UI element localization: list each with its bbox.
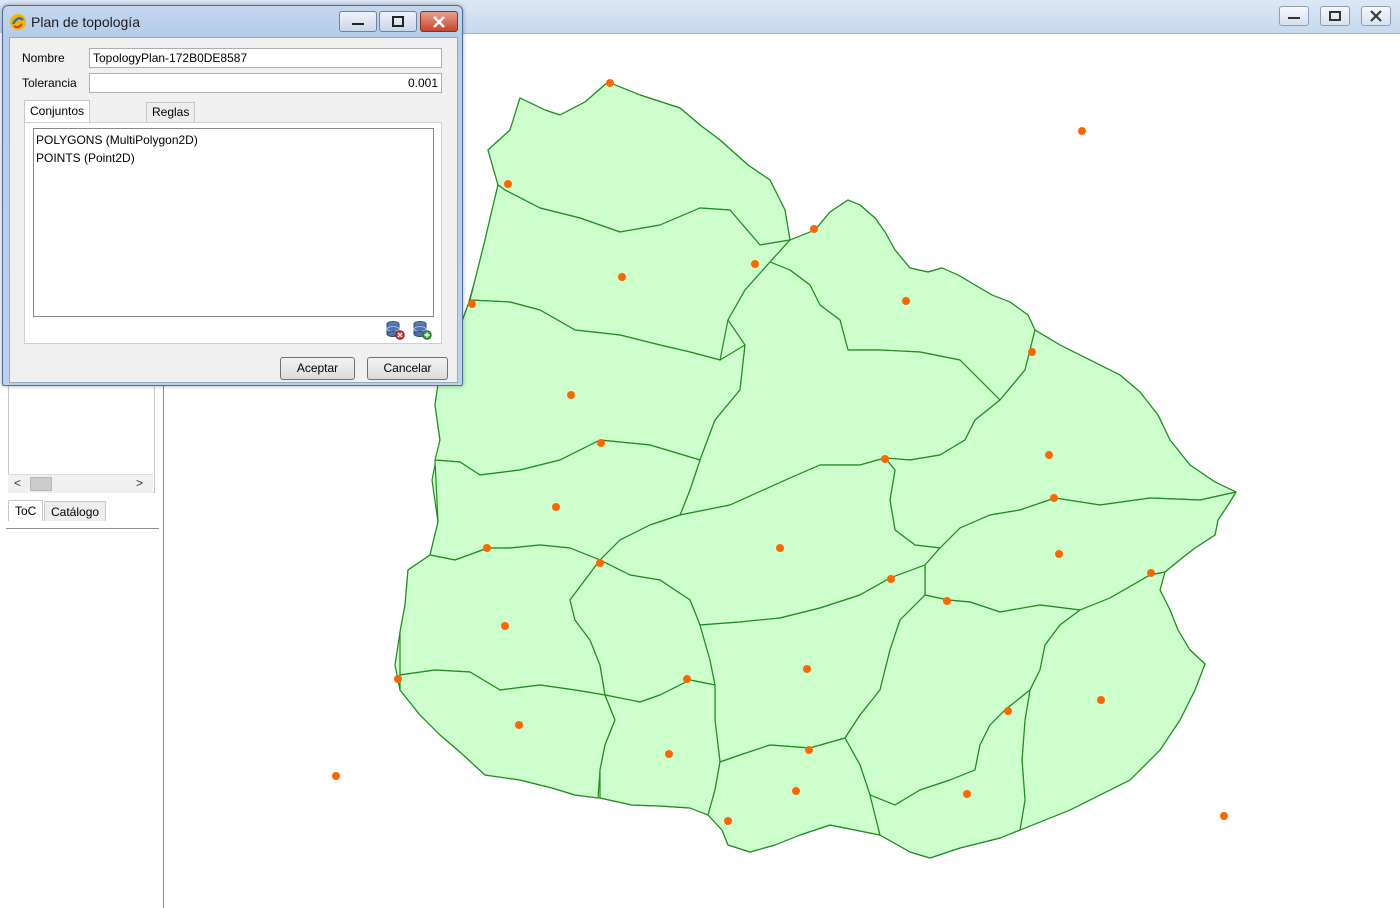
dialog-title: Plan de topología (31, 14, 140, 30)
point-feature (665, 750, 673, 758)
dialog-maximize-button[interactable] (379, 11, 417, 32)
point-feature (902, 297, 910, 305)
point-feature (1045, 451, 1053, 459)
tolerancia-label: Tolerancia (22, 76, 77, 90)
dialog-close-button[interactable] (420, 11, 458, 32)
point-feature (332, 772, 340, 780)
dialog-minimize-button[interactable] (339, 11, 377, 32)
tab-conjuntos-de-datos[interactable]: Conjuntos de datos (24, 100, 91, 138)
point-feature (1050, 494, 1058, 502)
scroll-thumb[interactable] (30, 477, 52, 491)
database-remove-icon[interactable] (385, 320, 405, 340)
point-feature (597, 439, 605, 447)
point-feature (567, 391, 575, 399)
point-feature (596, 559, 604, 567)
map-close-button[interactable] (1361, 6, 1391, 26)
tolerancia-input[interactable] (89, 73, 442, 93)
point-feature (1147, 569, 1155, 577)
point-feature (618, 273, 626, 281)
minimize-icon (352, 22, 364, 25)
nombre-label: Nombre (22, 51, 65, 65)
point-feature (1028, 348, 1036, 356)
point-feature (1220, 812, 1228, 820)
app-logo-icon (10, 14, 26, 30)
point-feature (724, 817, 732, 825)
maximize-icon (392, 15, 404, 27)
point-feature (1055, 550, 1063, 558)
point-feature (803, 665, 811, 673)
point-feature (887, 575, 895, 583)
dept-san-jose (599, 679, 721, 816)
point-feature (776, 544, 784, 552)
close-icon (1370, 10, 1382, 22)
point-feature (1097, 696, 1105, 704)
toc-panel (6, 528, 159, 901)
dataset-item[interactable]: POINTS (Point2D) (35, 149, 432, 167)
minimize-icon (1288, 17, 1300, 19)
datasets-panel: POLYGONS (MultiPolygon2D) POINTS (Point2… (24, 122, 442, 344)
map-maximize-button[interactable] (1320, 6, 1350, 26)
point-feature (683, 675, 691, 683)
point-feature (805, 746, 813, 754)
point-feature (1078, 127, 1086, 135)
point-feature (552, 503, 560, 511)
tab-reglas[interactable]: Reglas (146, 102, 196, 122)
point-feature (483, 544, 491, 552)
point-feature (501, 622, 509, 630)
horizontal-scrollbar[interactable]: < > (8, 474, 153, 493)
point-feature (943, 597, 951, 605)
tab-toc[interactable]: ToC (8, 500, 44, 521)
point-feature (810, 225, 818, 233)
point-feature (792, 787, 800, 795)
nombre-input[interactable] (89, 48, 442, 68)
scroll-left-arrow[interactable]: < (14, 476, 21, 490)
point-feature (394, 675, 402, 683)
tab-catalogo[interactable]: Catálogo (44, 501, 107, 521)
restore-icon (1329, 11, 1341, 21)
cancel-button[interactable]: Cancelar (367, 357, 448, 380)
dialog-body: Nombre Tolerancia Conjuntos de datos Reg… (9, 37, 458, 383)
database-add-icon[interactable] (412, 320, 432, 340)
close-icon (433, 15, 445, 28)
map-minimize-button[interactable] (1279, 6, 1309, 26)
point-feature (751, 260, 759, 268)
polygon-layer (394, 81, 1237, 859)
point-feature (963, 790, 971, 798)
accept-button[interactable]: Aceptar (280, 357, 355, 380)
scroll-right-arrow[interactable]: > (136, 476, 143, 490)
point-feature (504, 180, 512, 188)
topology-plan-dialog: Plan de topología Nombre Tolerancia Conj… (2, 5, 463, 386)
point-feature (606, 79, 614, 87)
point-feature (468, 300, 476, 308)
dataset-list[interactable]: POLYGONS (MultiPolygon2D) POINTS (Point2… (33, 128, 434, 317)
dataset-item[interactable]: POLYGONS (MultiPolygon2D) (35, 131, 432, 149)
point-feature (515, 721, 523, 729)
point-feature (881, 455, 889, 463)
point-feature (1004, 707, 1012, 715)
